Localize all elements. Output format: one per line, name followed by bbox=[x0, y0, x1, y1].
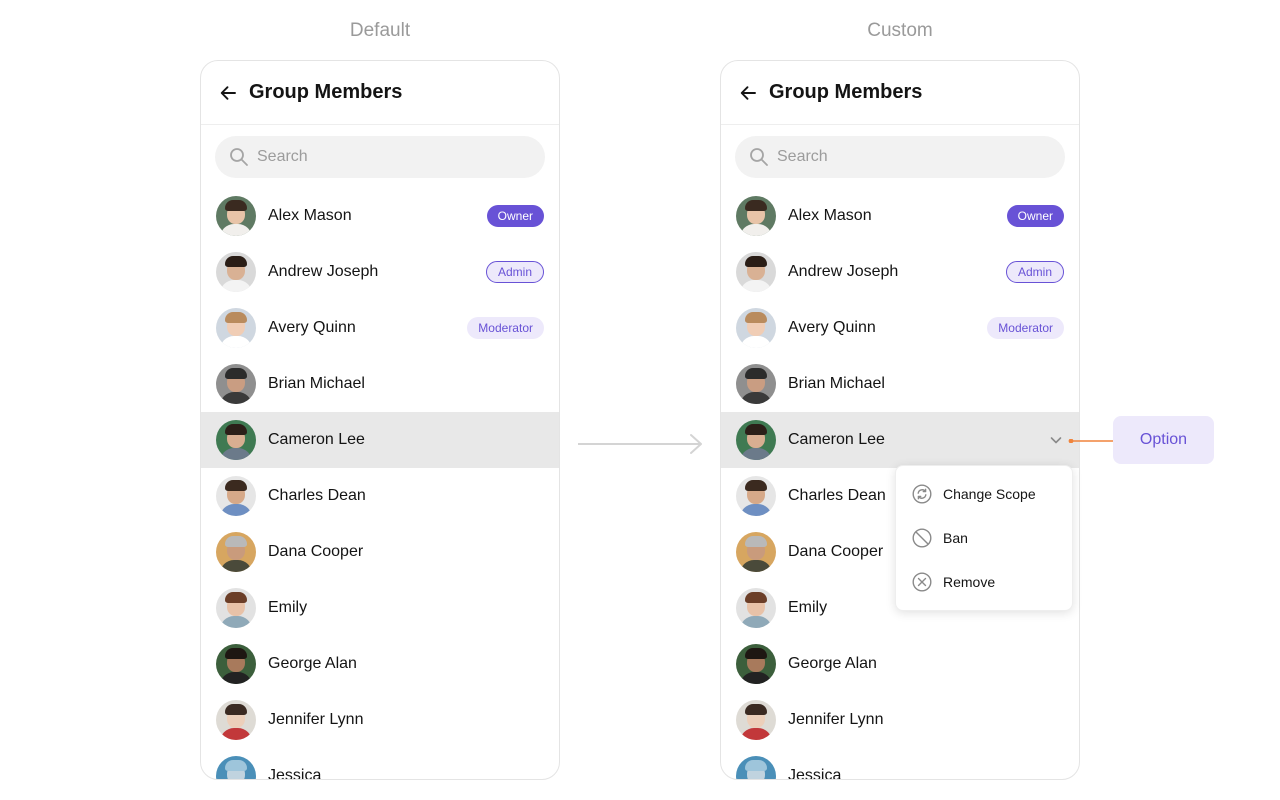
avatar bbox=[736, 532, 776, 572]
avatar bbox=[216, 308, 256, 348]
back-arrow-icon[interactable] bbox=[217, 82, 239, 104]
avatar bbox=[736, 476, 776, 516]
scope-badge-owner: Owner bbox=[486, 205, 544, 227]
menu-item-label: Ban bbox=[943, 530, 968, 546]
member-row-jessica[interactable]: Jessica bbox=[201, 748, 559, 780]
scope-badge-moderator: Moderator bbox=[467, 317, 544, 339]
page-title: Group Members bbox=[249, 81, 403, 103]
member-row-emily[interactable]: Emily bbox=[201, 580, 559, 636]
member-row-andrew-joseph[interactable]: Andrew Joseph Admin bbox=[721, 244, 1079, 300]
default-label: Default bbox=[349, 20, 411, 41]
member-name: Alex Mason bbox=[788, 207, 872, 224]
avatar bbox=[216, 532, 256, 572]
member-row-brian-michael[interactable]: Brian Michael bbox=[721, 356, 1079, 412]
search-bar[interactable] bbox=[735, 136, 1065, 178]
scope-badge-moderator: Moderator bbox=[987, 317, 1064, 339]
search-icon bbox=[229, 147, 249, 167]
member-name: Alex Mason bbox=[268, 207, 352, 224]
member-row-dana-cooper[interactable]: Dana Cooper bbox=[201, 524, 559, 580]
avatar bbox=[736, 756, 776, 779]
transition-arrow-icon bbox=[578, 434, 702, 454]
member-row-george-alan[interactable]: George Alan bbox=[201, 636, 559, 692]
callout-connector bbox=[1068, 439, 1114, 443]
member-name: George Alan bbox=[268, 655, 357, 672]
avatar bbox=[736, 588, 776, 628]
member-row-avery-quinn[interactable]: Avery Quinn Moderator bbox=[721, 300, 1079, 356]
member-name: Jessica bbox=[268, 767, 322, 780]
avatar bbox=[736, 420, 776, 460]
search-icon bbox=[749, 147, 769, 167]
menu-item-label: Remove bbox=[943, 574, 996, 590]
scope-badge-admin: Admin bbox=[485, 261, 544, 283]
member-name: George Alan bbox=[788, 655, 877, 672]
ban-icon bbox=[912, 528, 932, 548]
panel-header: Group Members bbox=[721, 61, 1079, 125]
member-name: Jennifer Lynn bbox=[268, 711, 364, 728]
option-callout: Option bbox=[1113, 416, 1214, 464]
avatar bbox=[736, 700, 776, 740]
member-name: Cameron Lee bbox=[268, 431, 365, 448]
avatar bbox=[736, 308, 776, 348]
avatar bbox=[216, 588, 256, 628]
scope-badge-admin: Admin bbox=[1005, 261, 1064, 283]
change-scope-icon bbox=[912, 484, 932, 504]
chevron-down-icon[interactable] bbox=[1048, 432, 1064, 448]
member-row-alex-mason[interactable]: Alex Mason Owner bbox=[721, 188, 1079, 244]
custom-panel: Group Members Alex Mason Owner Andrew Jose… bbox=[720, 60, 1080, 780]
member-name: Dana Cooper bbox=[268, 543, 364, 560]
search-input[interactable] bbox=[777, 148, 1037, 166]
member-name: Emily bbox=[268, 599, 308, 616]
avatar bbox=[216, 420, 256, 460]
member-options-menu: Change Scope Ban Remove bbox=[895, 465, 1073, 611]
avatar bbox=[216, 364, 256, 404]
member-list: Alex Mason Owner Andrew Joseph Admin Avery Q… bbox=[201, 188, 559, 780]
menu-item-remove[interactable]: Remove bbox=[896, 560, 1072, 604]
member-row-brian-michael[interactable]: Brian Michael bbox=[201, 356, 559, 412]
avatar bbox=[216, 476, 256, 516]
menu-item-label: Change Scope bbox=[943, 486, 1036, 502]
custom-label: Custom bbox=[867, 20, 933, 41]
member-name: Andrew Joseph bbox=[788, 263, 899, 280]
member-row-george-alan[interactable]: George Alan bbox=[721, 636, 1079, 692]
member-row-avery-quinn[interactable]: Avery Quinn Moderator bbox=[201, 300, 559, 356]
default-panel: Group Members Alex Mason Owner Andrew Jose… bbox=[200, 60, 560, 780]
avatar bbox=[736, 252, 776, 292]
member-name: Jennifer Lynn bbox=[788, 711, 884, 728]
page-title: Group Members bbox=[769, 81, 923, 103]
member-row-cameron-lee[interactable]: Cameron Lee bbox=[201, 412, 559, 468]
avatar bbox=[216, 196, 256, 236]
member-name: Brian Michael bbox=[268, 375, 365, 392]
comparison-stage: Default Custom Group Members Alex Mason O… bbox=[0, 0, 1280, 800]
avatar bbox=[216, 756, 256, 779]
search-input[interactable] bbox=[257, 148, 517, 166]
member-row-cameron-lee[interactable]: Cameron Lee bbox=[721, 412, 1079, 468]
member-name: Andrew Joseph bbox=[268, 263, 379, 280]
member-row-jennifer-lynn[interactable]: Jennifer Lynn bbox=[201, 692, 559, 748]
member-name: Avery Quinn bbox=[268, 319, 356, 336]
panel-header: Group Members bbox=[201, 61, 559, 125]
avatar bbox=[736, 644, 776, 684]
avatar bbox=[216, 252, 256, 292]
search-bar[interactable] bbox=[215, 136, 545, 178]
menu-item-ban[interactable]: Ban bbox=[896, 516, 1072, 560]
avatar bbox=[216, 700, 256, 740]
member-row-jennifer-lynn[interactable]: Jennifer Lynn bbox=[721, 692, 1079, 748]
member-name: Charles Dean bbox=[268, 487, 366, 504]
member-name: Avery Quinn bbox=[788, 319, 876, 336]
menu-item-change-scope[interactable]: Change Scope bbox=[896, 472, 1072, 516]
remove-icon bbox=[912, 572, 932, 592]
member-row-andrew-joseph[interactable]: Andrew Joseph Admin bbox=[201, 244, 559, 300]
member-name: Brian Michael bbox=[788, 375, 885, 392]
avatar bbox=[736, 364, 776, 404]
scope-badge-owner: Owner bbox=[1006, 205, 1064, 227]
member-row-jessica[interactable]: Jessica bbox=[721, 748, 1079, 780]
back-arrow-icon[interactable] bbox=[737, 82, 759, 104]
member-name: Cameron Lee bbox=[788, 431, 885, 448]
member-row-alex-mason[interactable]: Alex Mason Owner bbox=[201, 188, 559, 244]
member-row-charles-dean[interactable]: Charles Dean bbox=[201, 468, 559, 524]
member-name: Jessica bbox=[788, 767, 842, 780]
avatar bbox=[736, 196, 776, 236]
avatar bbox=[216, 644, 256, 684]
